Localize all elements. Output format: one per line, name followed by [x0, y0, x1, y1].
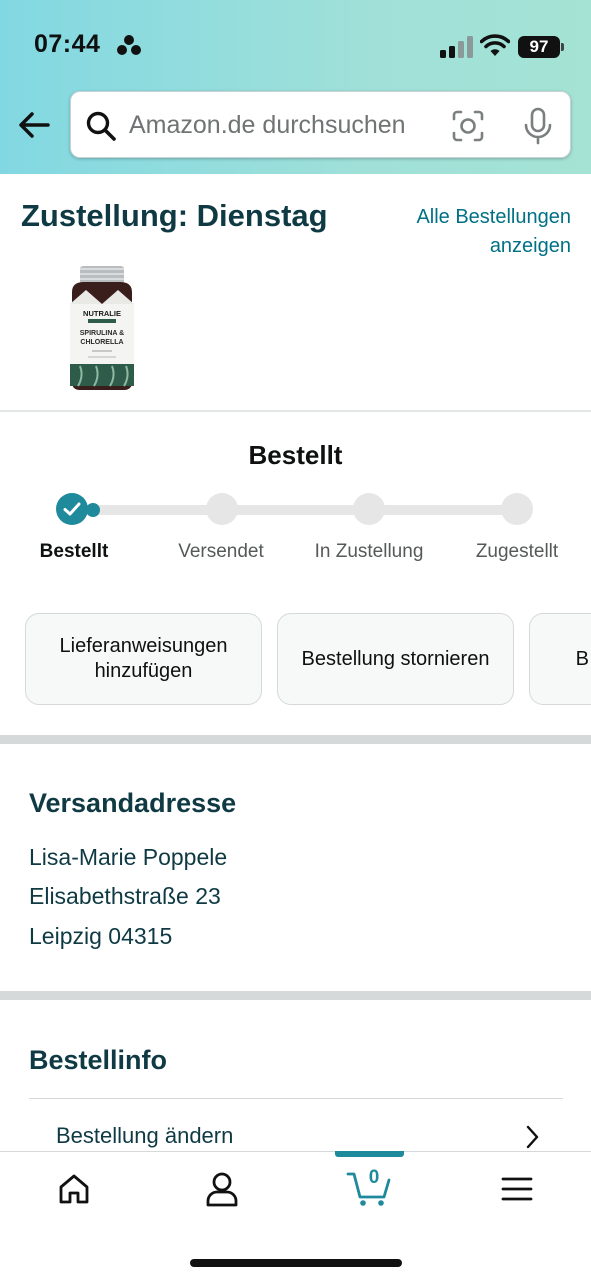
microphone-icon[interactable]: [521, 107, 555, 145]
product-name-line2: CHLORELLA: [80, 339, 123, 346]
product-name-line1: SPIRULINA &: [80, 330, 124, 337]
step-dot-shipped: [206, 493, 238, 525]
address-city: Leipzig 04315: [29, 923, 173, 949]
step-dot-ordered: [56, 493, 88, 525]
all-orders-link[interactable]: Alle Bestellungen anzeigen: [371, 203, 571, 261]
address-name: Lisa-Marie Poppele: [29, 844, 228, 870]
step-label-shipped: Versendet: [178, 541, 264, 562]
section-divider: [0, 410, 591, 412]
step-dot-out-for-delivery: [353, 493, 385, 525]
search-input[interactable]: [129, 92, 429, 159]
back-arrow-icon[interactable]: [14, 104, 56, 146]
home-indicator: [190, 1259, 402, 1267]
chevron-right-icon[interactable]: [522, 1124, 542, 1150]
cart-count-badge: 0: [368, 1167, 380, 1188]
focus-mode-icon: [117, 35, 141, 55]
change-order-link[interactable]: Bestellung ändern: [56, 1123, 233, 1149]
search-bar[interactable]: [70, 91, 571, 159]
list-divider: [29, 1098, 563, 1099]
order-status-heading: Bestellt: [248, 440, 343, 470]
menu-icon[interactable]: [501, 1176, 533, 1202]
battery-tip: [561, 43, 564, 51]
checkmark-icon: [63, 502, 81, 516]
step-label-ordered: Bestellt: [39, 541, 109, 562]
active-tab-indicator: [335, 1151, 404, 1157]
step-label-delivered: Zugestellt: [475, 541, 559, 562]
home-icon[interactable]: [58, 1173, 90, 1205]
address-street: Elisabethstraße 23: [29, 883, 221, 909]
product-image[interactable]: NUTRALIE SPIRULINA & CHLORELLA: [66, 264, 138, 392]
cellular-signal-icon: [440, 36, 473, 58]
step-label-out-for-delivery: In Zustellung: [314, 541, 424, 562]
cancel-order-button[interactable]: Bestellung stornieren: [277, 613, 514, 705]
delivery-instructions-button[interactable]: Lieferanweisungen hinzufügen: [25, 613, 262, 705]
more-actions-button[interactable]: B: [529, 613, 591, 705]
step-dot-delivered: [501, 493, 533, 525]
wifi-icon: [480, 34, 510, 56]
delivery-title: Zustellung: Dienstag: [21, 198, 328, 233]
camera-scan-icon[interactable]: [451, 109, 485, 143]
status-time: 07:44: [34, 30, 101, 58]
section-divider-thick: [0, 991, 591, 1000]
progress-fill: [86, 503, 100, 517]
section-divider-thick: [0, 735, 591, 744]
product-brand-label: NUTRALIE: [83, 309, 121, 318]
shipping-address-title: Versandadresse: [29, 788, 237, 818]
search-icon: [86, 111, 116, 141]
account-icon[interactable]: [205, 1171, 239, 1207]
battery-level: 97: [518, 36, 560, 58]
progress-track: [72, 505, 518, 515]
order-info-title: Bestellinfo: [29, 1045, 168, 1075]
